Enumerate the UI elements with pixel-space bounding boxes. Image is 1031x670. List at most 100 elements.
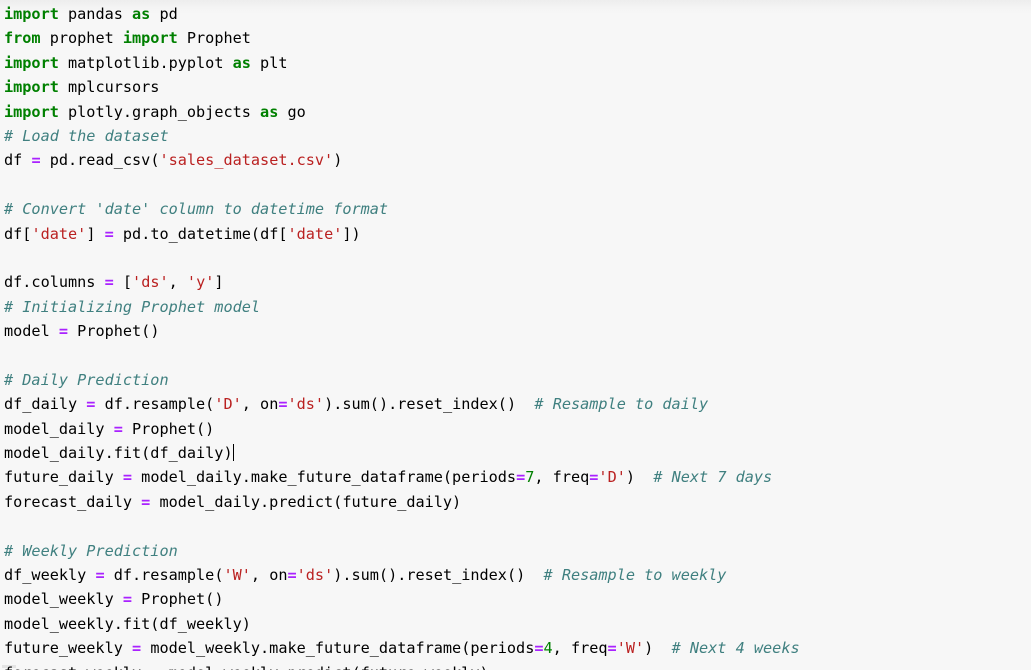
code-token-s: 'D' — [214, 395, 242, 414]
code-line[interactable]: from prophet import Prophet — [4, 26, 1031, 50]
code-token-n: model_weekly.predict(future_weekly) — [159, 664, 489, 670]
code-token-n: model_weekly.make_future_dataframe(perio… — [141, 639, 535, 658]
code-token-p: ) — [644, 639, 654, 658]
python-code-editor[interactable]: import pandas as pd from prophet import P… — [0, 0, 1031, 670]
code-token-n: plt — [250, 53, 288, 72]
code-line[interactable] — [4, 173, 1031, 197]
code-line[interactable]: df_daily = df.resample('D', on='ds').sum… — [4, 392, 1031, 416]
code-token-n: matplotlib.pyplot — [58, 53, 233, 72]
code-token-c: # Resample to daily — [534, 395, 709, 414]
code-line[interactable]: df.columns = ['ds', 'y'] — [4, 270, 1031, 294]
code-token-p: [ — [113, 273, 133, 292]
code-token-k: import — [4, 5, 59, 23]
code-token-n: plotly.graph_objects — [58, 102, 261, 121]
code-token-p: ] — [86, 224, 105, 243]
code-token-n: , on — [241, 395, 279, 414]
code-token-p: ) — [625, 468, 636, 487]
code-line[interactable]: model = Prophet() — [4, 319, 1031, 343]
code-token-o: = — [122, 590, 133, 609]
code-token-k: import — [122, 29, 178, 48]
code-token-k: import — [4, 53, 59, 72]
code-line[interactable]: model_daily = Prophet() — [4, 417, 1031, 441]
code-line[interactable]: # Convert 'date' column to datetime form… — [4, 197, 1031, 221]
code-token-n: model_daily — [4, 419, 114, 438]
code-token-o: = — [95, 565, 105, 584]
code-token-p: , — [168, 273, 187, 292]
code-line[interactable] — [4, 343, 1031, 367]
code-token-o: = — [122, 468, 133, 487]
code-token-c: # Load the dataset — [4, 126, 169, 145]
code-token-s: 'date' — [287, 224, 343, 243]
code-line[interactable]: df = pd.read_csv('sales_dataset.csv') — [4, 148, 1031, 172]
code-line[interactable]: # Load the dataset — [4, 124, 1031, 148]
code-token-s: 'ds' — [287, 395, 325, 414]
code-line[interactable]: model_weekly.fit(df_weekly) — [4, 612, 1031, 636]
code-line[interactable] — [4, 514, 1031, 538]
code-lines-container[interactable]: import pandas as pd from prophet import P… — [4, 2, 1031, 670]
code-token-n: future_daily — [4, 468, 123, 487]
code-token-n: pd.read_csv( — [40, 151, 160, 170]
code-token-k: import — [4, 102, 59, 121]
code-token-s: 'sales_dataset.csv' — [159, 151, 334, 170]
code-token-c: # Weekly Prediction — [4, 541, 178, 560]
code-token-n: go — [278, 102, 306, 121]
code-token-n: df_daily — [4, 395, 87, 414]
code-token-o: = — [516, 468, 526, 487]
text-cursor — [232, 444, 235, 462]
code-token-o: = — [113, 419, 123, 438]
code-token-k: import — [4, 78, 59, 97]
code-token-s: 'W' — [616, 639, 645, 658]
code-token-n: future_weekly — [4, 639, 133, 658]
code-token-p: ] — [214, 273, 224, 292]
code-token-n: Prophet() — [122, 419, 215, 438]
code-token-n: pandas — [58, 5, 133, 23]
code-token-s: 'date' — [31, 224, 87, 243]
code-token-n: ).sum().reset_index() — [333, 565, 526, 584]
code-token-o: = — [278, 395, 288, 414]
code-token-n: df — [4, 151, 32, 170]
code-token-n: pd — [150, 5, 178, 23]
code-line[interactable]: import mplcursors — [4, 75, 1031, 99]
code-token-p — [653, 639, 671, 657]
code-line[interactable]: df['date'] = pd.to_datetime(df['date']) — [4, 222, 1031, 246]
code-line[interactable]: import pandas as pd — [4, 2, 1031, 26]
code-token-o: = — [534, 639, 544, 658]
code-token-n: mplcursors — [58, 78, 160, 97]
code-token-p — [525, 566, 543, 584]
code-token-n: model — [4, 322, 59, 341]
code-line[interactable]: model_weekly = Prophet() — [4, 587, 1031, 611]
code-token-n: df.resample( — [95, 395, 215, 414]
code-token-n: model_daily.predict(future_daily) — [150, 492, 462, 511]
code-line[interactable]: future_daily = model_daily.make_future_d… — [4, 465, 1031, 489]
code-token-n: model_daily.fit(df_daily) — [4, 444, 233, 463]
code-token-n: Prophet() — [132, 590, 224, 609]
code-line[interactable]: import plotly.graph_objects as go — [4, 100, 1031, 124]
code-line[interactable]: df_weekly = df.resample('W', on='ds').su… — [4, 563, 1031, 587]
code-line[interactable]: import matplotlib.pyplot as plt — [4, 51, 1031, 75]
code-token-p — [635, 468, 653, 486]
code-token-k: as — [232, 53, 251, 72]
code-line[interactable]: # Daily Prediction — [4, 368, 1031, 392]
code-token-mi: 4 — [543, 639, 553, 658]
code-token-s: 'W' — [223, 565, 251, 584]
code-token-n: df_weekly — [4, 565, 96, 584]
code-token-k: as — [260, 102, 279, 121]
code-token-s: 'ds' — [296, 565, 334, 584]
code-line[interactable]: forecast_daily = model_daily.predict(fut… — [4, 490, 1031, 514]
code-token-n: , on — [250, 565, 288, 584]
code-line[interactable]: future_weekly = model_weekly.make_future… — [4, 636, 1031, 660]
code-token-n: df[ — [4, 224, 32, 243]
code-token-s: 'ds' — [132, 273, 169, 292]
code-line[interactable]: # Weekly Prediction — [4, 539, 1031, 563]
code-token-n: forecast_weekly — [4, 664, 150, 670]
code-line[interactable]: # Initializing Prophet model — [4, 295, 1031, 319]
code-token-n: pd.to_datetime(df[ — [113, 224, 288, 243]
code-line[interactable]: forecast_weekly = model_weekly.predict(f… — [4, 661, 1031, 670]
code-line[interactable] — [4, 246, 1031, 270]
code-token-c: # Next 4 weeks — [671, 639, 800, 658]
code-token-c: # Next 7 days — [653, 468, 773, 487]
code-token-n: , freq — [552, 639, 608, 658]
code-token-n: model_daily.make_future_dataframe(period… — [132, 468, 517, 487]
code-line[interactable]: model_daily.fit(df_daily) — [4, 441, 1031, 465]
code-token-p — [516, 395, 534, 413]
